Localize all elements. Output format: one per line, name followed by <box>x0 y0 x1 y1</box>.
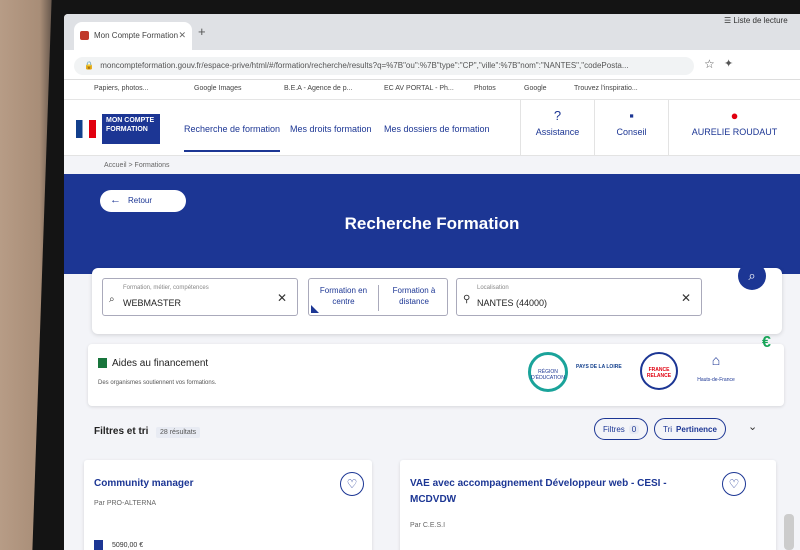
address-bar[interactable]: 🔒 moncompteformation.gouv.fr/espace-priv… <box>74 57 694 75</box>
scrollbar-thumb[interactable] <box>784 514 794 550</box>
chevron-down-icon[interactable]: ⌄ <box>748 420 757 433</box>
query-label: Formation, métier, compétences <box>123 285 209 291</box>
page-title: Recherche Formation <box>344 214 520 233</box>
partner-logo: ⌂ Hauts-de-France <box>697 352 735 383</box>
result-price: 5090,00 € <box>112 542 144 549</box>
breadcrumb[interactable]: Accueil > Formations <box>104 162 170 169</box>
bookmark-item[interactable]: Google <box>524 85 547 92</box>
result-title[interactable]: VAE avec accompagnement Développeur web … <box>410 476 700 508</box>
close-tab-icon[interactable]: ✕ <box>178 30 186 41</box>
query-value: WEBMASTER <box>123 298 182 308</box>
clear-location-icon[interactable]: ✕ <box>681 291 691 305</box>
result-org: Par PRO-ALTERNA <box>94 500 157 507</box>
user-icon: ● <box>730 108 739 123</box>
bookmark-item[interactable]: Google Images <box>194 85 241 92</box>
screen: Mon Compte Formation ✕ + ☰ Liste de lect… <box>64 14 800 550</box>
euro-icon: € <box>762 334 771 351</box>
tab-title: Mon Compte Formation <box>94 31 179 40</box>
back-label: Retour <box>128 196 153 205</box>
bookmark-icon <box>98 358 107 368</box>
bookmark-item[interactable]: Papiers, photos... <box>94 85 148 92</box>
reading-list-button[interactable]: ☰ Liste de lecture <box>724 16 788 25</box>
bookmark-item[interactable]: Photos <box>474 85 496 92</box>
user-menu-button[interactable]: ● AURELIE ROUDAUT <box>668 100 800 156</box>
lock-icon: 🔒 <box>84 61 94 70</box>
url-text: moncompteformation.gouv.fr/espace-prive/… <box>100 61 629 70</box>
location-label: Localisation <box>477 285 509 291</box>
filters-title: Filtres et tri <box>94 426 149 437</box>
search-icon: ⌕ <box>109 294 115 305</box>
bookmark-item[interactable]: EC AV PORTAL - Ph... <box>384 85 454 92</box>
financing-title[interactable]: Aides au financement <box>112 358 208 369</box>
filters-button[interactable]: Filtres 0 <box>594 418 649 440</box>
financing-panel: Aides au financement Des organismes sout… <box>88 334 784 406</box>
bookmark-item[interactable]: Trouvez l'inspiratio... <box>574 85 638 92</box>
result-card[interactable]: VAE avec accompagnement Développeur web … <box>400 460 776 550</box>
user-name: AURELIE ROUDAUT <box>691 127 778 137</box>
selected-indicator <box>311 305 319 313</box>
chat-icon: ▪ <box>629 108 634 123</box>
result-title[interactable]: Community manager <box>94 476 193 492</box>
site-header: MON COMPTE FORMATION Recherche de format… <box>64 100 800 156</box>
site-logo[interactable]: MON COMPTE FORMATION <box>76 114 166 146</box>
partner-logo: RÉGION D'ÉDUCATION <box>528 352 568 392</box>
filters-count: 0 <box>628 425 640 434</box>
bookmark-star-icon[interactable]: ☆ <box>704 57 715 71</box>
bookmarks-bar: Papiers, photos... Google Images B.E.A -… <box>64 80 800 100</box>
search-card: ⌕ Formation, métier, compétences WEBMAST… <box>92 262 782 334</box>
results-count: 28 résultats <box>156 427 201 438</box>
address-bar-row: 🔒 moncompteformation.gouv.fr/espace-priv… <box>64 50 800 80</box>
nav-recherche[interactable]: Recherche de formation <box>184 124 281 152</box>
mode-center-option[interactable]: Formation en centre <box>309 285 379 311</box>
extensions-icon[interactable]: ✦ <box>724 57 733 70</box>
browser-tab[interactable]: Mon Compte Formation ✕ <box>74 22 192 50</box>
browser-tab-bar: Mon Compte Formation ✕ + ☰ Liste de lect… <box>64 14 800 50</box>
nav-dossiers[interactable]: Mes dossiers de formation <box>384 124 490 134</box>
new-tab-button[interactable]: + <box>198 24 206 39</box>
financing-subtitle: Des organismes soutiennent vos formation… <box>98 380 217 386</box>
partner-logo: PAYS DE LA LOIRE <box>576 364 622 370</box>
result-card[interactable]: Community manager Par PRO-ALTERNA ♡ 5090… <box>84 460 372 550</box>
conseil-label: Conseil <box>616 127 647 137</box>
partner-logo: FRANCE RELANCE <box>640 352 678 390</box>
favorite-heart-icon[interactable]: ♡ <box>340 472 364 496</box>
conseil-button[interactable]: ▪ Conseil <box>594 100 668 156</box>
reading-list-label: Liste de lecture <box>733 16 788 25</box>
hero-banner: ← Retour Recherche Formation <box>64 174 800 274</box>
query-field[interactable]: ⌕ Formation, métier, compétences WEBMAST… <box>102 278 298 316</box>
favorite-heart-icon[interactable]: ♡ <box>722 472 746 496</box>
sort-label: Tri <box>663 425 673 434</box>
price-icon <box>94 540 103 550</box>
arrow-left-icon: ← <box>110 194 121 206</box>
location-field[interactable]: ⚲ Localisation NANTES (44000) ✕ <box>456 278 702 316</box>
assistance-label: Assistance <box>535 127 580 137</box>
back-button[interactable]: ← Retour <box>100 190 186 212</box>
clear-query-icon[interactable]: ✕ <box>277 291 287 305</box>
search-button[interactable]: ⌕ <box>738 262 766 290</box>
sort-value: Pertinence <box>676 425 717 434</box>
republique-flag-icon <box>76 120 96 138</box>
sort-button[interactable]: Tri Pertinence <box>654 418 726 440</box>
filters-label: Filtres <box>603 425 625 434</box>
search-icon: ⌕ <box>748 268 756 283</box>
help-icon: ? <box>553 108 562 123</box>
favicon-icon <box>80 31 89 40</box>
nav-droits[interactable]: Mes droits formation <box>290 124 372 134</box>
bookmark-item[interactable]: B.E.A - Agence de p... <box>284 85 353 92</box>
partner-logo-label: Hauts-de-France <box>697 377 735 383</box>
result-org: Par C.E.S.I <box>410 522 446 529</box>
assistance-button[interactable]: ? Assistance <box>520 100 594 156</box>
mode-toggle: Formation en centre Formation à distance <box>308 278 448 316</box>
mode-remote-option[interactable]: Formation à distance <box>379 285 449 307</box>
location-value: NANTES (44000) <box>477 298 548 308</box>
location-pin-icon: ⚲ <box>463 294 471 305</box>
logo-text: MON COMPTE FORMATION <box>102 114 160 144</box>
